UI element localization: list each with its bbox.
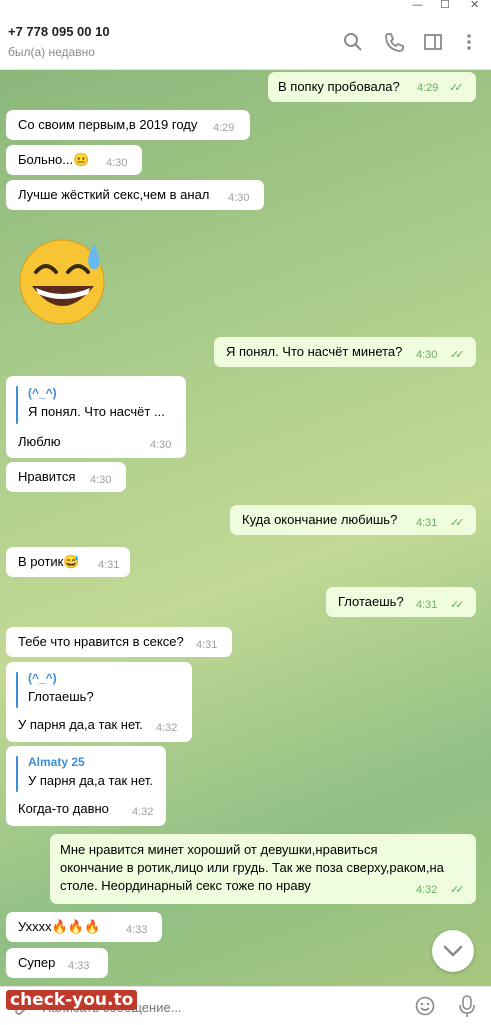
grinning-sweat-sticker[interactable] (16, 230, 112, 326)
reply-text[interactable]: Глотаешь? (28, 689, 94, 704)
message-time: 4:31 (416, 599, 438, 611)
message-incoming[interactable]: Нравится 4:30 (6, 462, 126, 492)
message-incoming[interactable]: Со своим первым,в 2019 году 4:29 (6, 110, 250, 140)
message-incoming-reply[interactable]: Almaty 25 У парня да,а так нет. Когда-то… (6, 746, 166, 826)
message-time: 4:31 (416, 517, 438, 529)
double-check-icon: ✓✓ (449, 82, 464, 94)
double-check-icon: ✓✓ (450, 884, 465, 896)
message-text: Люблю (18, 434, 61, 449)
message-incoming[interactable]: В ротик😅 4:31 (6, 547, 130, 577)
message-incoming-reply[interactable]: (^_^) Я понял. Что насчёт ... Люблю 4:30 (6, 376, 186, 458)
maximize-button[interactable]: ☐ (440, 0, 450, 11)
reply-author[interactable]: Almaty 25 (28, 755, 85, 769)
window-titlebar: — ☐ ✕ (0, 0, 491, 12)
message-time: 4:29 (213, 122, 235, 134)
message-time: 4:31 (196, 639, 218, 651)
reply-author[interactable]: (^_^) (28, 671, 57, 685)
message-incoming[interactable]: Больно...😐 4:30 (6, 145, 142, 175)
message-text: Со своим первым,в 2019 году (18, 117, 198, 132)
message-text: Лучше жёсткий секс,чем в анал (18, 187, 210, 202)
message-outgoing[interactable]: Мне нравится минет хороший от девушки,нр… (50, 834, 476, 904)
message-outgoing[interactable]: В попку пробовала? 4:29 ✓✓ (268, 72, 476, 102)
message-incoming[interactable]: Тебе что нравится в сексе? 4:31 (6, 627, 232, 657)
message-text: Нравится (18, 469, 76, 484)
message-incoming[interactable]: Лучше жёсткий секс,чем в анал 4:30 (6, 180, 264, 210)
message-text: Тебе что нравится в сексе? (18, 634, 184, 649)
reply-text[interactable]: У парня да,а так нет. (28, 773, 153, 788)
close-button[interactable]: ✕ (470, 0, 479, 11)
message-text: Супер (18, 955, 56, 970)
sidebar-panel-icon[interactable] (422, 31, 444, 53)
message-time: 4:29 (417, 82, 439, 94)
message-time: 4:30 (150, 439, 172, 451)
message-time: 4:30 (416, 349, 438, 361)
message-incoming-reply[interactable]: (^_^) Глотаешь? У парня да,а так нет. 4:… (6, 662, 192, 742)
reply-bar (16, 386, 18, 424)
message-time: 4:32 (132, 806, 154, 818)
message-outgoing[interactable]: Глотаешь? 4:31 ✓✓ (326, 587, 476, 617)
reply-bar (16, 672, 18, 708)
message-time: 4:30 (106, 157, 128, 169)
neutral-face-emoji: 😐 (73, 152, 90, 167)
message-text-line: Мне нравится минет хороший от девушки,нр… (60, 842, 378, 857)
fire-emoji: 🔥🔥🔥 (51, 919, 101, 934)
double-check-icon: ✓✓ (450, 599, 465, 611)
message-text: В попку пробовала? (278, 79, 400, 94)
contact-status: был(а) недавно (8, 45, 95, 59)
double-check-icon: ✓✓ (450, 349, 465, 361)
scroll-to-bottom-button[interactable] (432, 930, 474, 972)
more-menu-icon[interactable] (458, 31, 480, 53)
message-incoming[interactable]: Ухххх🔥🔥🔥 4:33 (6, 912, 162, 942)
contact-name[interactable]: +7 778 095 00 10 (8, 24, 110, 39)
message-outgoing[interactable]: Я понял. Что насчёт минета? 4:30 ✓✓ (214, 337, 476, 367)
message-outgoing[interactable]: Куда окончание любишь? 4:31 ✓✓ (230, 505, 476, 535)
double-check-icon: ✓✓ (450, 517, 465, 529)
chat-header[interactable]: +7 778 095 00 10 был(а) недавно (0, 12, 491, 70)
message-time: 4:33 (68, 960, 90, 972)
message-text: Ухххх🔥🔥🔥 (18, 919, 101, 934)
chevron-down-icon (443, 945, 463, 957)
message-incoming[interactable]: Супер 4:33 (6, 948, 108, 978)
message-text: Глотаешь? (338, 594, 404, 609)
message-time: 4:31 (98, 559, 120, 571)
message-time: 4:30 (90, 474, 112, 486)
message-time: 4:30 (228, 192, 250, 204)
message-text-line: окончание в ротик,лицо или грудь. Так же… (60, 860, 444, 875)
emoji-icon[interactable] (414, 995, 436, 1017)
reply-author[interactable]: (^_^) (28, 386, 57, 400)
watermark-logo: check-you.to (6, 990, 138, 1010)
message-text-line: столе. Неординарный секс тоже по нраву (60, 878, 311, 893)
message-time: 4:33 (126, 924, 148, 936)
message-time: 4:32 (416, 884, 438, 896)
message-time: 4:32 (156, 722, 178, 734)
message-text: Куда окончание любишь? (242, 512, 398, 527)
message-text: Я понял. Что насчёт минета? (226, 344, 403, 359)
message-text: У парня да,а так нет. (18, 717, 143, 732)
microphone-icon[interactable] (456, 994, 478, 1018)
chat-history[interactable]: В попку пробовала? 4:29 ✓✓ Со своим перв… (0, 70, 491, 986)
sweat-smile-emoji: 😅 (63, 554, 80, 569)
message-text: Больно...😐 (18, 152, 90, 167)
reply-text[interactable]: Я понял. Что насчёт ... (28, 404, 165, 419)
message-text: В ротик😅 (18, 554, 80, 569)
reply-bar (16, 756, 18, 792)
phone-icon[interactable] (383, 31, 405, 53)
message-text: Когда-то давно (18, 801, 109, 816)
search-icon[interactable] (342, 31, 364, 53)
minimize-button[interactable]: — (412, 0, 423, 11)
